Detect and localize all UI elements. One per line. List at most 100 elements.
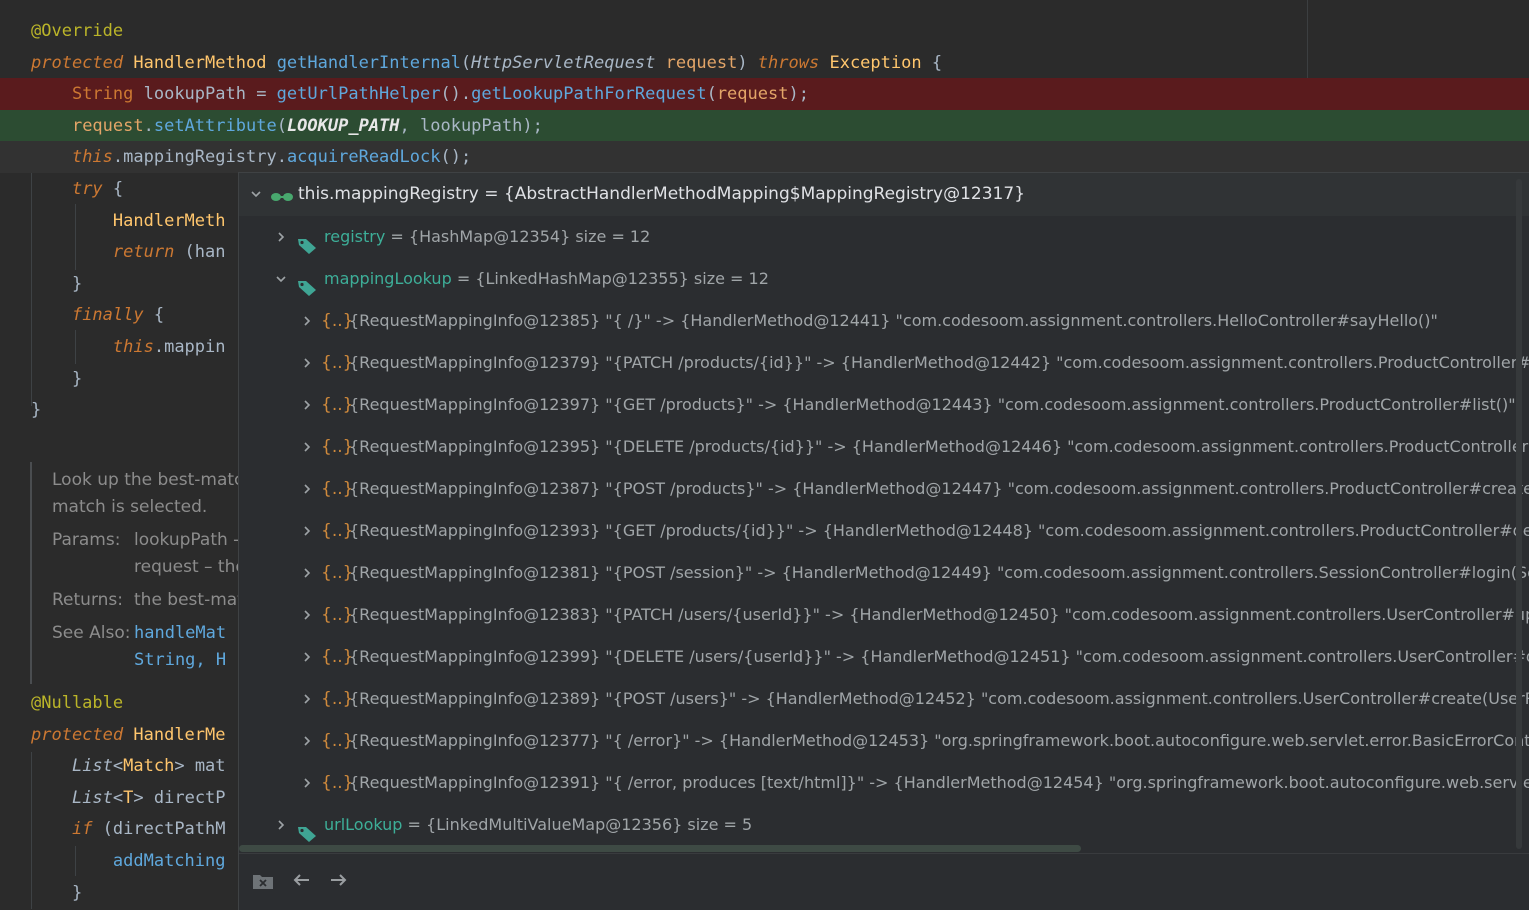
code-token: request	[716, 84, 789, 105]
chevron-right-icon[interactable]	[301, 609, 313, 621]
code-text: return (han	[31, 236, 226, 268]
code-text: protected HandlerMe	[31, 719, 226, 751]
code-token: }	[31, 273, 83, 294]
vertical-scrollbar[interactable]	[1516, 179, 1522, 849]
code-token: .	[112, 147, 124, 168]
code-token: (	[460, 52, 472, 73]
tree-row-text: mappingLookup = {LinkedHashMap@12355} si…	[324, 258, 769, 300]
chevron-right-icon[interactable]	[275, 819, 287, 831]
chevron-right-icon[interactable]	[301, 525, 313, 537]
code-line[interactable]: String lookupPath = getUrlPathHelper().g…	[0, 78, 1529, 111]
code-token: HandlerMethod	[133, 52, 267, 73]
map-entry-text: {RequestMappingInfo@12397} "{GET /produc…	[349, 395, 1516, 414]
code-text: }	[31, 877, 82, 909]
chevron-right-icon[interactable]	[301, 399, 313, 411]
chevron-right-icon[interactable]	[301, 735, 313, 747]
code-token: request	[71, 115, 144, 136]
map-entry-row[interactable]: {..} {RequestMappingInfo@12389} "{POST /u…	[239, 678, 1529, 720]
code-token: if	[71, 819, 93, 840]
code-line[interactable]: protected HandlerMethod getHandlerIntern…	[0, 47, 1529, 79]
map-entry-row[interactable]: {..} {RequestMappingInfo@12391} "{ /error…	[239, 762, 1529, 804]
remove-watch-icon[interactable]	[251, 872, 275, 894]
map-entry-row[interactable]: {..} {RequestMappingInfo@12381} "{POST /s…	[239, 552, 1529, 594]
back-arrow-icon[interactable]	[289, 872, 313, 894]
code-token: HandlerMe	[133, 724, 226, 745]
map-entry-row[interactable]: {..} {RequestMappingInfo@12383} "{PATCH /…	[239, 594, 1529, 636]
code-token: > directP	[133, 787, 226, 808]
code-text: this.mappingRegistry.acquireReadLock();	[31, 141, 471, 173]
code-text: }	[31, 268, 82, 300]
map-entry-text: {RequestMappingInfo@12383} "{PATCH /user…	[349, 605, 1529, 624]
code-token: @Override	[31, 21, 124, 41]
field-tag-icon	[297, 817, 317, 842]
tree-row-text: registry = {HashMap@12354} size = 12	[324, 216, 650, 258]
code-text: addMatching	[31, 845, 226, 877]
map-entry-row[interactable]: {..} {RequestMappingInfo@12395} "{DELETE …	[239, 426, 1529, 468]
code-token: LOOKUP_PATH	[286, 115, 400, 136]
chevron-right-icon[interactable]	[301, 315, 313, 327]
root-expression: this.mappingRegistry = {AbstractHandlerM…	[298, 184, 1026, 204]
code-text: protected HandlerMethod getHandlerIntern…	[31, 47, 942, 79]
javadoc-param: lookupPath -	[134, 530, 240, 550]
map-entry-row[interactable]: {..} {RequestMappingInfo@12387} "{POST /p…	[239, 468, 1529, 510]
tree-row-field[interactable]: mappingLookup = {LinkedHashMap@12355} si…	[239, 258, 1529, 300]
map-entry-text: {RequestMappingInfo@12377} "{ /error}" -…	[349, 731, 1529, 750]
map-entry-row[interactable]: {..} {RequestMappingInfo@12393} "{GET /pr…	[239, 510, 1529, 552]
tree-row-field[interactable]: urlLookup = {LinkedMultiValueMap@12356} …	[239, 804, 1529, 846]
chevron-right-icon[interactable]	[301, 483, 313, 495]
code-token: ().	[440, 84, 472, 105]
chevron-down-icon[interactable]	[250, 188, 262, 200]
code-token: HandlerMeth	[112, 210, 226, 231]
code-text: HandlerMeth	[31, 205, 226, 237]
chevron-right-icon[interactable]	[301, 651, 313, 663]
map-entry-row[interactable]: {..} {RequestMappingInfo@12399} "{DELETE …	[239, 636, 1529, 678]
code-token: Exception	[829, 52, 922, 73]
code-token: List	[71, 756, 113, 777]
javadoc-bar	[30, 462, 32, 684]
code-token: .mappin	[153, 337, 226, 357]
chevron-right-icon[interactable]	[301, 693, 313, 705]
javadoc-line: match is selected.	[52, 497, 208, 517]
chevron-right-icon[interactable]	[301, 567, 313, 579]
code-text: if (directPathM	[31, 813, 226, 845]
code-line[interactable]: request.setAttribute(LOOKUP_PATH, lookup…	[0, 109, 1529, 142]
chevron-right-icon[interactable]	[301, 441, 313, 453]
field-value: = {LinkedMultiValueMap@12356} size = 5	[402, 815, 753, 834]
code-line[interactable]: this.mappingRegistry.acquireReadLock();	[0, 141, 1529, 174]
code-text: List<Match> mat	[31, 750, 226, 782]
debugger-evaluation-popup[interactable]: this.mappingRegistry = {AbstractHandlerM…	[238, 172, 1529, 910]
chevron-right-icon[interactable]	[301, 357, 313, 369]
map-entry-row[interactable]: {..} {RequestMappingInfo@12379} "{PATCH /…	[239, 342, 1529, 384]
code-text: try {	[31, 173, 123, 205]
chevron-down-icon[interactable]	[275, 273, 287, 285]
tree-row-text: urlLookup = {LinkedMultiValueMap@12356} …	[324, 804, 752, 846]
forward-arrow-icon[interactable]	[327, 872, 351, 894]
code-token: <	[112, 787, 124, 808]
tree-row-field[interactable]: registry = {HashMap@12354} size = 12	[239, 216, 1529, 258]
horizontal-scrollbar[interactable]	[239, 845, 1081, 852]
map-entry-row[interactable]: {..} {RequestMappingInfo@12397} "{GET /pr…	[239, 384, 1529, 426]
code-token: List	[71, 787, 113, 808]
code-token: }	[31, 368, 83, 389]
code-token: T	[123, 787, 134, 808]
code-text: @Nullable	[31, 687, 123, 719]
code-line[interactable]: @Override	[0, 15, 1529, 47]
chevron-right-icon[interactable]	[301, 777, 313, 789]
map-entry-text: {RequestMappingInfo@12387} "{POST /produ…	[349, 479, 1529, 498]
code-token: .	[143, 115, 154, 136]
javadoc-see-also-link[interactable]: String, H	[134, 650, 226, 670]
popup-root-row[interactable]: this.mappingRegistry = {AbstractHandlerM…	[239, 173, 1529, 216]
map-entry-row[interactable]: {..} {RequestMappingInfo@12385} "{ /}" ->…	[239, 300, 1529, 342]
map-entry-row[interactable]: {..} {RequestMappingInfo@12377} "{ /error…	[239, 720, 1529, 762]
code-token: return	[112, 242, 175, 263]
chevron-right-icon[interactable]	[275, 231, 287, 243]
javadoc-see-also-link[interactable]: handleMat	[134, 623, 226, 643]
field-value: = {LinkedHashMap@12355} size = 12	[451, 269, 769, 288]
